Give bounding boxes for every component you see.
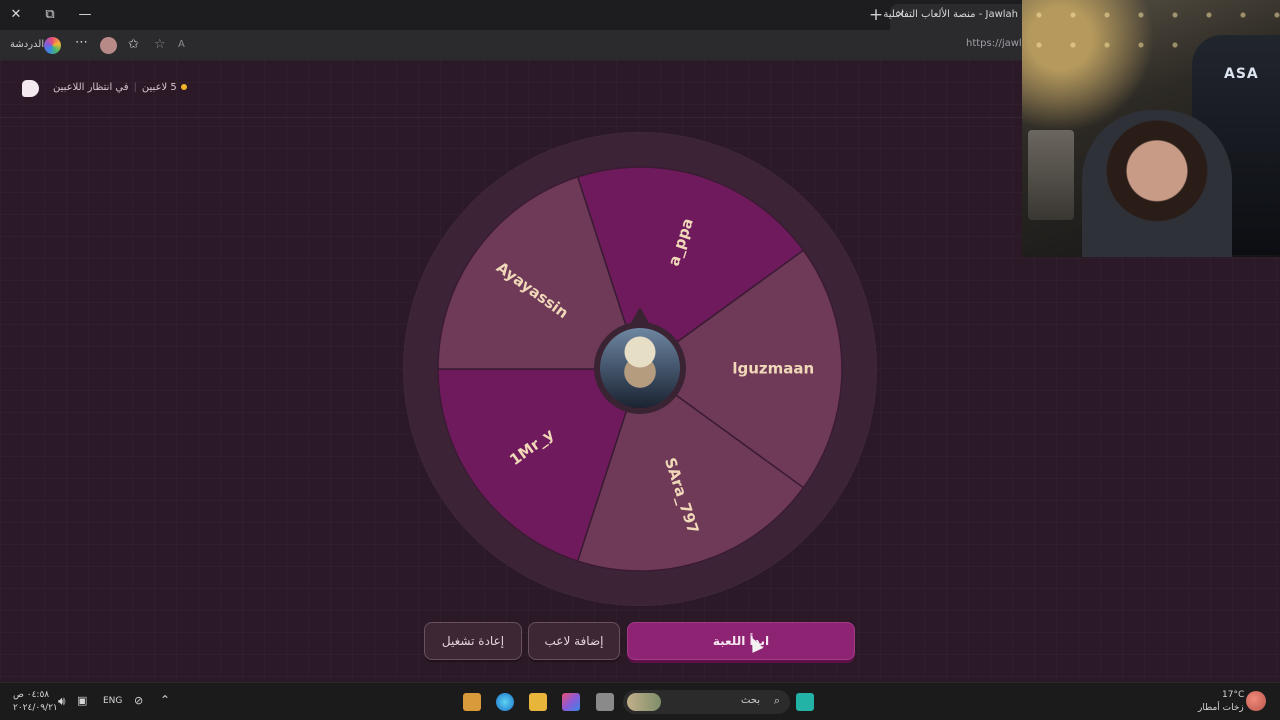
volume-icon[interactable]: 🔊︎ bbox=[58, 694, 66, 709]
players-count: 5 لاعبين bbox=[141, 82, 177, 93]
taskbar-search[interactable]: بحث ⌕ bbox=[623, 690, 790, 714]
copilot-taskbar-icon[interactable] bbox=[562, 693, 580, 711]
add-player-button[interactable]: إضافة لاعب bbox=[528, 622, 620, 660]
streamer bbox=[1082, 110, 1232, 257]
wheel-player-name: lguzmaan bbox=[732, 360, 814, 378]
temperature[interactable]: 17°C bbox=[1222, 690, 1244, 700]
more-options-icon[interactable]: ⋯ bbox=[75, 34, 88, 52]
windows-taskbar: ٠٤:٥٨ ص ٢٠٢٤/٠٩/٢١ 🔊︎ ▣ ENG ⊘ ⌃ بحث ⌕ 17… bbox=[0, 682, 1280, 720]
tab-title: Jawlah - منصة الألعاب التفاعلية bbox=[883, 9, 1018, 20]
browser-titlebar: ✕ ⧉ — + ✕ Jawlah - منصة الألعاب التفاعلي… bbox=[0, 0, 1022, 30]
search-highlight-image bbox=[627, 693, 661, 711]
favorites-icon[interactable]: ✩ bbox=[128, 36, 139, 54]
lobby-status: 5 لاعبين | في انتظار اللاعبين bbox=[53, 82, 187, 93]
add-favorite-icon[interactable]: ☆ bbox=[154, 36, 166, 54]
file-explorer-icon[interactable] bbox=[529, 693, 547, 711]
close-window-icon[interactable]: ✕ bbox=[5, 5, 27, 25]
start-game-button[interactable]: ابدأ اللعبة bbox=[627, 622, 855, 660]
restore-window-icon[interactable]: ⧉ bbox=[39, 5, 61, 25]
wheel-pointer-icon bbox=[631, 307, 649, 323]
copilot-label[interactable]: الدردشة bbox=[10, 36, 44, 54]
show-hidden-icons-icon[interactable]: ⌃ bbox=[160, 693, 170, 707]
start-menu-icon[interactable] bbox=[796, 693, 814, 711]
host-avatar bbox=[600, 328, 680, 408]
copilot-icon[interactable] bbox=[44, 37, 61, 54]
webcam-overlay: ASA bbox=[1022, 0, 1280, 257]
window-app-icon[interactable] bbox=[596, 693, 614, 711]
profile-avatar-icon[interactable] bbox=[100, 37, 117, 54]
read-aloud-icon[interactable]: A bbox=[178, 36, 185, 54]
status-divider: | bbox=[133, 82, 137, 93]
search-icon: ⌕ bbox=[773, 694, 780, 707]
browser-toolbar: الدردشة ⋯ ✩ ☆ A https://jawlah bbox=[0, 30, 1034, 60]
lantern-shelf bbox=[1028, 130, 1074, 220]
search-placeholder: بحث bbox=[740, 695, 760, 706]
page-header: 5 لاعبين | في انتظار اللاعبين bbox=[0, 60, 1022, 118]
browser-tab[interactable]: ✕ Jawlah - منصة الألعاب التفاعلية bbox=[883, 4, 1022, 30]
minimize-window-icon[interactable]: — bbox=[74, 5, 96, 25]
waiting-text: في انتظار اللاعبين bbox=[53, 82, 129, 93]
app-logo-icon[interactable] bbox=[22, 80, 39, 97]
edge-browser-icon[interactable] bbox=[496, 693, 514, 711]
language-indicator[interactable]: ENG bbox=[103, 696, 122, 706]
notifications-muted-icon[interactable]: ⊘ bbox=[134, 694, 143, 707]
weather-condition[interactable]: زخات أمطار bbox=[1198, 703, 1244, 713]
clock-date[interactable]: ٢٠٢٤/٠٩/٢١ bbox=[13, 703, 58, 713]
clock-time[interactable]: ٠٤:٥٨ ص bbox=[13, 690, 49, 700]
restart-button[interactable]: إعادة تشغيل bbox=[424, 622, 522, 660]
status-dot-icon bbox=[180, 84, 187, 90]
chair-logo: ASA bbox=[1224, 66, 1259, 82]
network-icon[interactable]: ▣ bbox=[77, 694, 87, 707]
store-icon[interactable] bbox=[463, 693, 481, 711]
weather-icon[interactable] bbox=[1246, 691, 1266, 711]
